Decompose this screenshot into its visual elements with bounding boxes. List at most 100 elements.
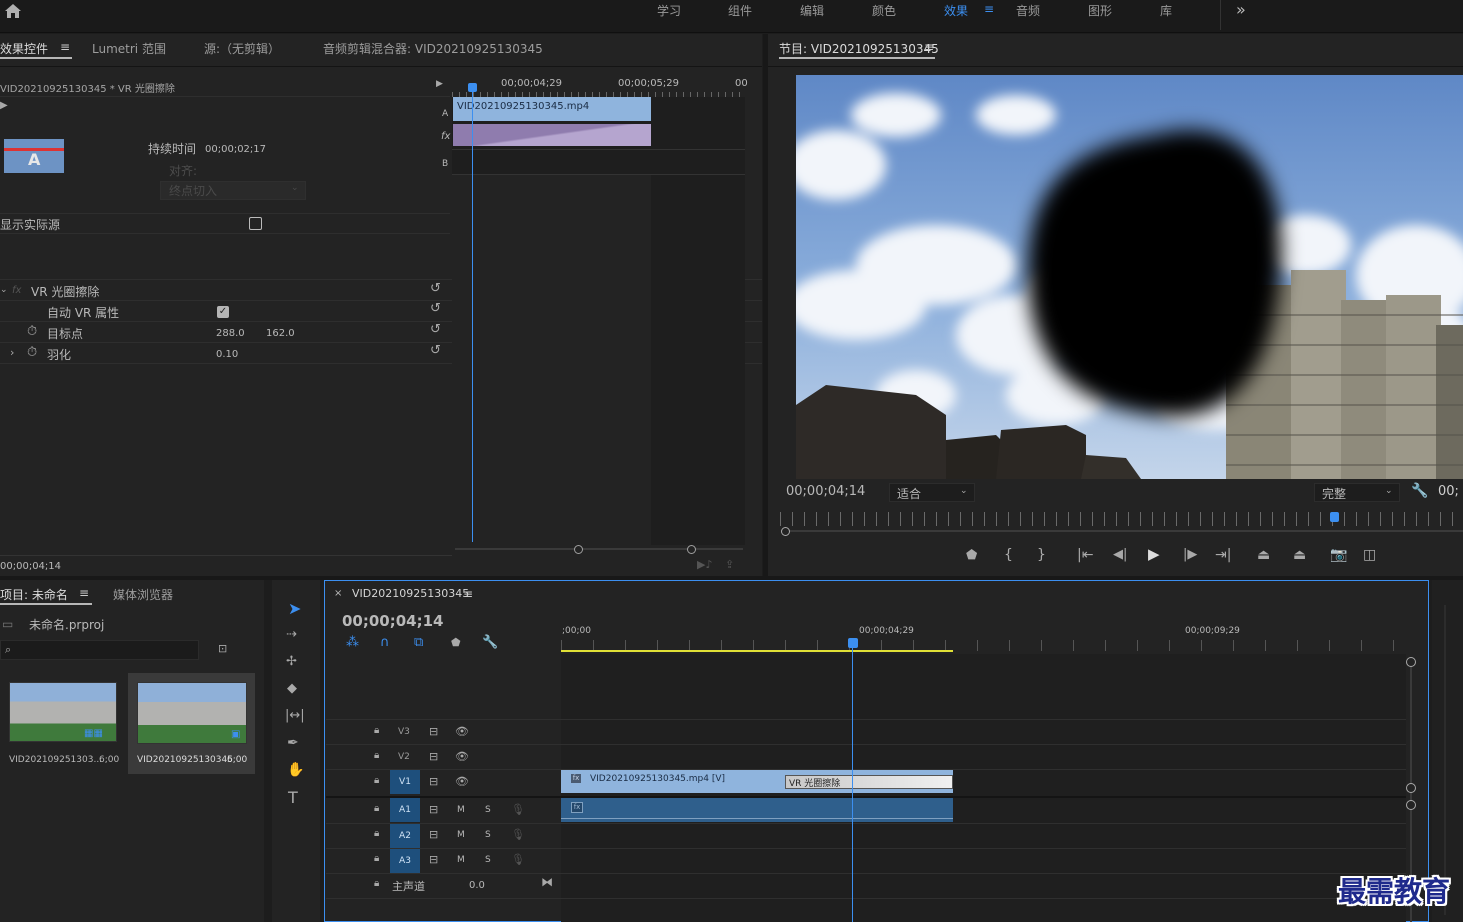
- mute-button[interactable]: M: [457, 830, 465, 840]
- play-transition-icon[interactable]: ▶: [0, 101, 8, 111]
- track-target-a1[interactable]: A1: [390, 798, 420, 822]
- sync-lock-icon[interactable]: ⊟: [429, 776, 438, 787]
- audio-clip[interactable]: fx: [561, 798, 953, 822]
- solo-button[interactable]: S: [485, 855, 491, 865]
- go-to-in-icon[interactable]: |⇤: [1077, 548, 1093, 562]
- tab-media-browser[interactable]: 媒体浏览器: [113, 586, 173, 603]
- program-zoom-handle[interactable]: [781, 527, 790, 536]
- mute-button[interactable]: M: [457, 855, 465, 865]
- timeline-menu-icon[interactable]: ≡: [463, 587, 473, 601]
- program-playhead[interactable]: [1330, 512, 1339, 522]
- nest-icon[interactable]: ⁂: [346, 636, 359, 649]
- scroll-handle[interactable]: [1406, 657, 1416, 667]
- ec-playhead-head[interactable]: [468, 83, 477, 92]
- track-select-tool-icon[interactable]: ⇢: [286, 628, 297, 641]
- scroll-handle[interactable]: [1406, 783, 1416, 793]
- project-menu-icon[interactable]: ≡: [79, 586, 89, 600]
- workspace-audio[interactable]: 音频: [1016, 2, 1040, 19]
- track-label-v2[interactable]: V2: [398, 752, 410, 762]
- ec-ruler[interactable]: [452, 75, 745, 97]
- track-target-v1[interactable]: V1: [390, 770, 420, 794]
- fx-icon[interactable]: fx: [12, 285, 21, 296]
- step-forward-icon[interactable]: |▶: [1183, 548, 1197, 561]
- lock-icon[interactable]: 🔒︎: [374, 804, 379, 814]
- lift-icon[interactable]: ⏏: [1257, 548, 1270, 562]
- workspace-editing[interactable]: 编辑: [800, 2, 824, 19]
- new-search-bin-icon[interactable]: ⊡: [218, 643, 227, 654]
- lock-icon[interactable]: 🔒︎: [374, 726, 379, 736]
- ec-clip-a[interactable]: VID20210925130345.mp4: [453, 97, 651, 121]
- effect-controls-timecode[interactable]: 00;00;04;14: [0, 561, 61, 572]
- auto-vr-checkbox[interactable]: ✓: [217, 306, 229, 318]
- sync-lock-icon[interactable]: ⊟: [429, 751, 438, 762]
- target-y-value[interactable]: 162.0: [266, 328, 295, 339]
- home-icon[interactable]: [4, 3, 22, 19]
- ripple-edit-tool-icon[interactable]: ✢: [286, 655, 297, 668]
- overflow-icon[interactable]: »: [1236, 0, 1246, 19]
- export-icon[interactable]: ⇪: [725, 559, 734, 570]
- eye-icon[interactable]: 👁︎: [455, 776, 469, 787]
- lock-icon[interactable]: 🔒︎: [374, 751, 379, 761]
- program-menu-icon[interactable]: ≡: [924, 40, 934, 54]
- mark-in-icon[interactable]: {: [1004, 548, 1013, 562]
- comparison-view-icon[interactable]: ◫: [1363, 548, 1376, 562]
- reset-icon[interactable]: ↺: [430, 344, 441, 357]
- selection-tool-icon[interactable]: ➤: [288, 601, 301, 617]
- add-marker-icon[interactable]: ⬟: [966, 549, 977, 562]
- extract-icon[interactable]: ⏏: [1293, 548, 1306, 562]
- track-target-a2[interactable]: A2: [390, 824, 420, 848]
- workspace-effects[interactable]: 效果: [944, 2, 968, 19]
- type-tool-icon[interactable]: T: [288, 790, 298, 806]
- pen-tool-icon[interactable]: ✒: [287, 736, 299, 750]
- workspace-menu-icon[interactable]: ≡: [984, 2, 994, 16]
- show-source-checkbox[interactable]: [249, 217, 262, 230]
- workspace-learn[interactable]: 学习: [657, 2, 681, 19]
- tab-source[interactable]: 源:（无剪辑）: [204, 40, 280, 57]
- hand-tool-icon[interactable]: ✋: [287, 763, 304, 777]
- workspace-assembly[interactable]: 组件: [728, 2, 752, 19]
- workspace-graphics[interactable]: 图形: [1088, 2, 1112, 19]
- workspace-color[interactable]: 颜色: [872, 2, 896, 19]
- project-search-input[interactable]: ⌕: [0, 640, 199, 660]
- program-zoom-bar[interactable]: [790, 530, 1463, 532]
- sync-lock-icon[interactable]: ⊟: [429, 829, 438, 840]
- work-area-bar[interactable]: [561, 650, 953, 652]
- mark-out-icon[interactable]: }: [1037, 548, 1046, 562]
- sync-lock-icon[interactable]: ⊟: [429, 804, 438, 815]
- reset-icon[interactable]: ↺: [430, 302, 441, 315]
- go-to-out-icon[interactable]: ⇥|: [1215, 548, 1231, 562]
- play-icon[interactable]: ▶: [436, 80, 443, 89]
- camera-icon[interactable]: 📷: [1330, 548, 1347, 562]
- go-to-end-icon[interactable]: ⧓: [541, 876, 553, 888]
- tab-effect-controls[interactable]: 效果控件: [0, 40, 48, 57]
- microphone-icon[interactable]: 🎙︎: [511, 829, 525, 840]
- expand-icon[interactable]: ›: [10, 347, 14, 358]
- mute-button[interactable]: M: [457, 805, 465, 815]
- program-time-ruler[interactable]: [780, 512, 1463, 526]
- target-x-value[interactable]: 288.0: [216, 328, 245, 339]
- collapse-icon[interactable]: ⌄: [0, 286, 8, 295]
- reset-icon[interactable]: ↺: [430, 323, 441, 336]
- duration-value[interactable]: 00;00;02;17: [205, 144, 266, 155]
- lock-icon[interactable]: 🔒︎: [374, 879, 379, 889]
- reset-icon[interactable]: ↺: [430, 282, 441, 295]
- razor-tool-icon[interactable]: ◆: [287, 682, 297, 695]
- microphone-icon[interactable]: 🎙︎: [511, 804, 525, 815]
- program-monitor-title[interactable]: 节目: VID20210925130345: [779, 40, 939, 57]
- eye-icon[interactable]: 👁︎: [455, 751, 469, 762]
- timeline-title[interactable]: VID20210925130345: [352, 587, 469, 600]
- master-volume-value[interactable]: 0.0: [469, 880, 485, 891]
- play-icon[interactable]: ▶: [1148, 547, 1160, 562]
- transition-block[interactable]: VR 光圈擦除: [785, 775, 953, 789]
- timeline-timecode[interactable]: 00;00;04;14: [342, 612, 444, 630]
- stopwatch-icon[interactable]: ⏱: [27, 325, 37, 338]
- snap-icon[interactable]: ∩: [380, 636, 390, 649]
- slip-tool-icon[interactable]: |↔|: [285, 709, 305, 722]
- sync-lock-icon[interactable]: ⊟: [429, 726, 438, 737]
- track-label-v3[interactable]: V3: [398, 727, 410, 737]
- program-video-frame[interactable]: [796, 75, 1463, 479]
- ec-transition[interactable]: [453, 124, 651, 146]
- linked-selection-icon[interactable]: ⧉: [414, 636, 423, 649]
- quality-dropdown[interactable]: 完整 ⌄: [1314, 483, 1400, 502]
- filter-audio-icon[interactable]: ▶♪: [697, 559, 712, 570]
